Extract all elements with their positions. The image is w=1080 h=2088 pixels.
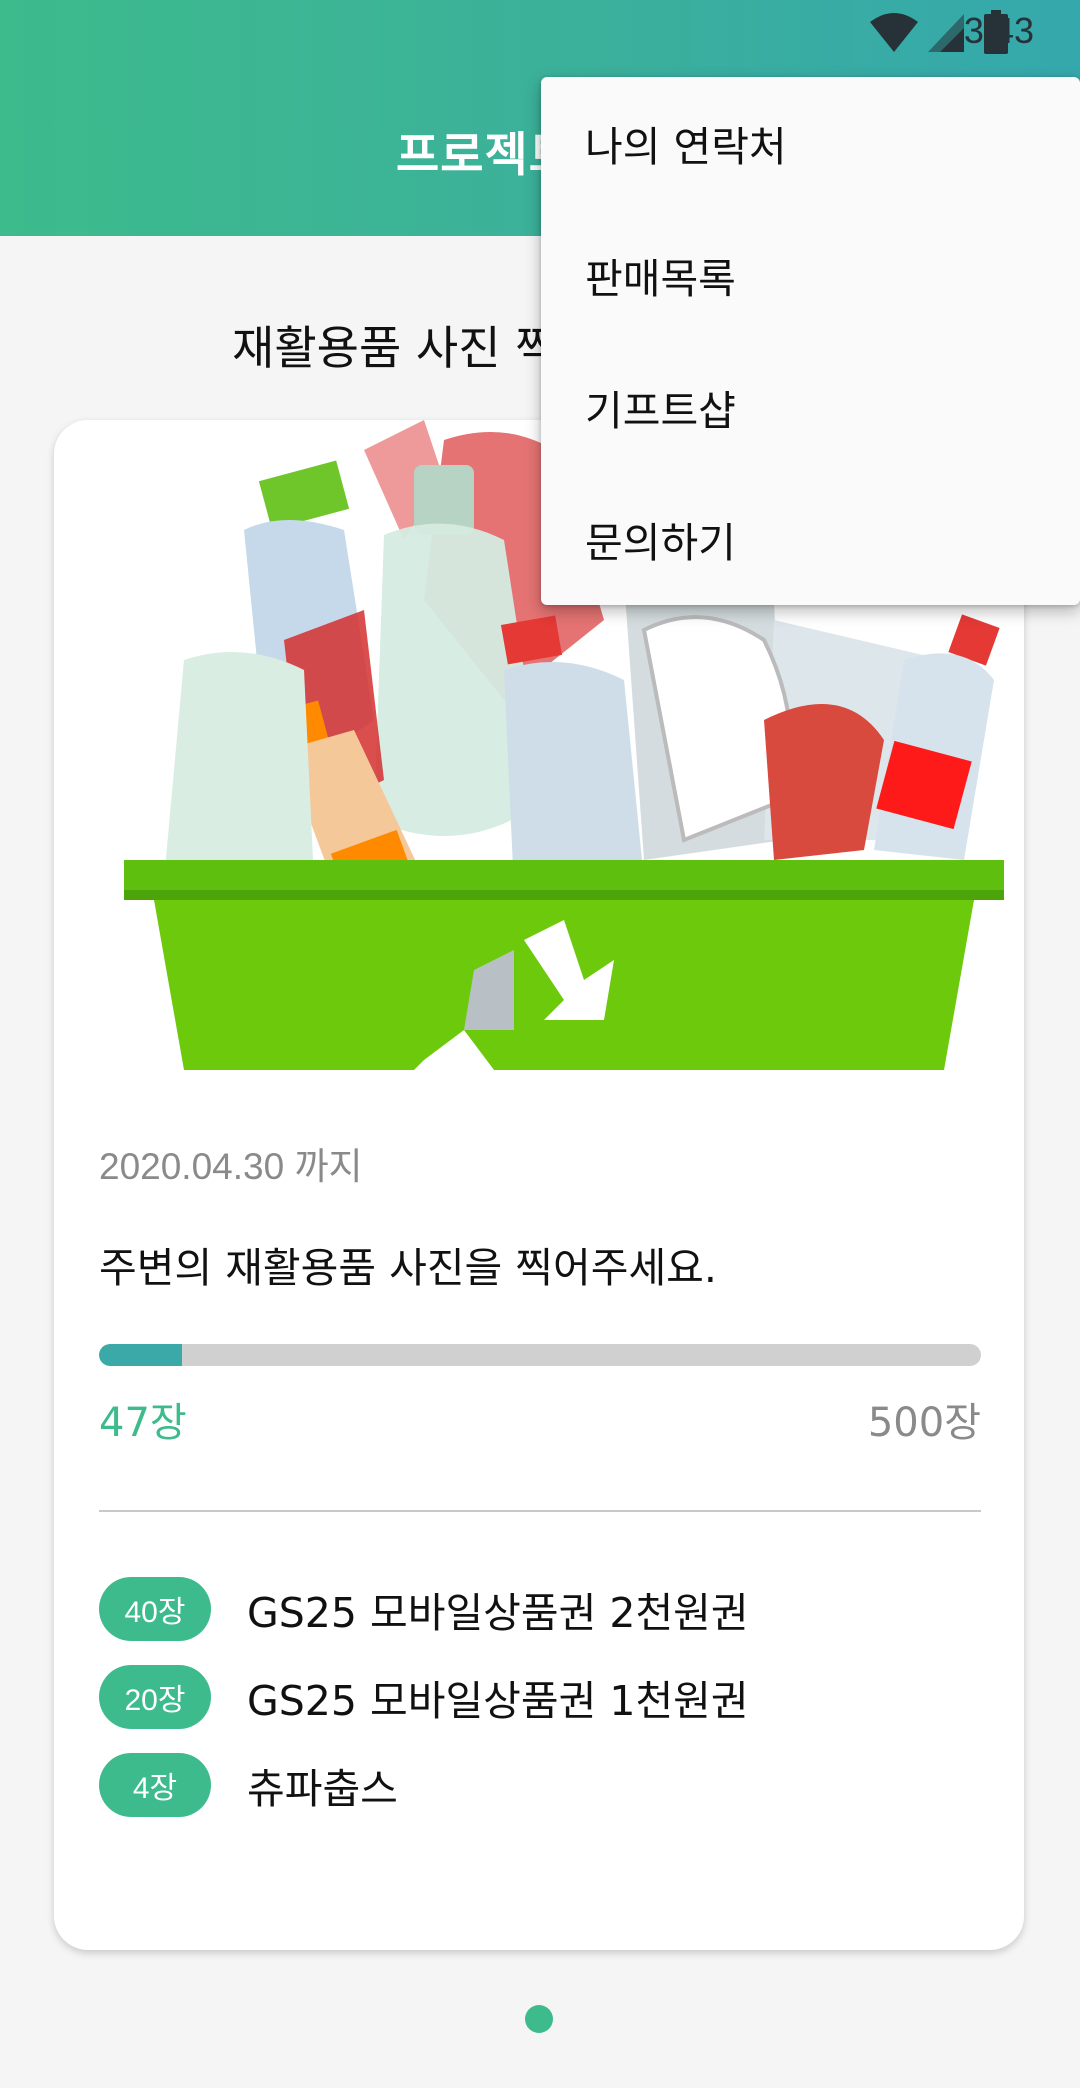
mission-description: 주변의 재활용품 사진을 찍어주세요. (99, 1244, 717, 1292)
menu-item-inquiry[interactable]: 문의하기 (541, 473, 1080, 605)
reward-label: GS25 모바일상품권 1천원권 (247, 1677, 749, 1725)
progress-bar (99, 1344, 981, 1366)
menu-item-sales-list[interactable]: 판매목록 (541, 209, 1080, 341)
page-indicator-dot[interactable] (525, 2005, 553, 2033)
cell-signal-icon (928, 14, 964, 52)
overflow-menu: 나의 연락처 판매목록 기프트샵 문의하기 (541, 77, 1080, 605)
progress-fill (99, 1344, 182, 1366)
current-count: 47장 (99, 1400, 187, 1446)
section-subtitle: 재활용품 사진 찍 (232, 321, 558, 375)
reward-item: 40장 GS25 모바일상품권 2천원권 (99, 1576, 749, 1642)
reward-item: 20장 GS25 모바일상품권 1천원권 (99, 1664, 749, 1730)
wifi-icon (870, 13, 918, 52)
max-count: 500장 (867, 1400, 981, 1446)
reward-item: 4장 츄파춥스 (99, 1752, 398, 1818)
status-bar: 3:43 (750, 0, 1080, 66)
menu-item-gift-shop[interactable]: 기프트샵 (541, 341, 1080, 473)
status-time: 3:43 (963, 10, 1034, 51)
deadline-text: 2020.04.30 까지 (99, 1146, 363, 1187)
project-card[interactable]: 2020.04.30 까지 주변의 재활용품 사진을 찍어주세요. 47장 50… (54, 420, 1024, 1950)
reward-badge: 20장 (99, 1665, 211, 1729)
divider (99, 1510, 981, 1512)
reward-badge: 40장 (99, 1577, 211, 1641)
reward-label: GS25 모바일상품권 2천원권 (247, 1589, 749, 1637)
menu-item-contacts[interactable]: 나의 연락처 (541, 77, 1080, 209)
reward-label: 츄파춥스 (247, 1765, 398, 1813)
reward-badge: 4장 (99, 1753, 211, 1817)
